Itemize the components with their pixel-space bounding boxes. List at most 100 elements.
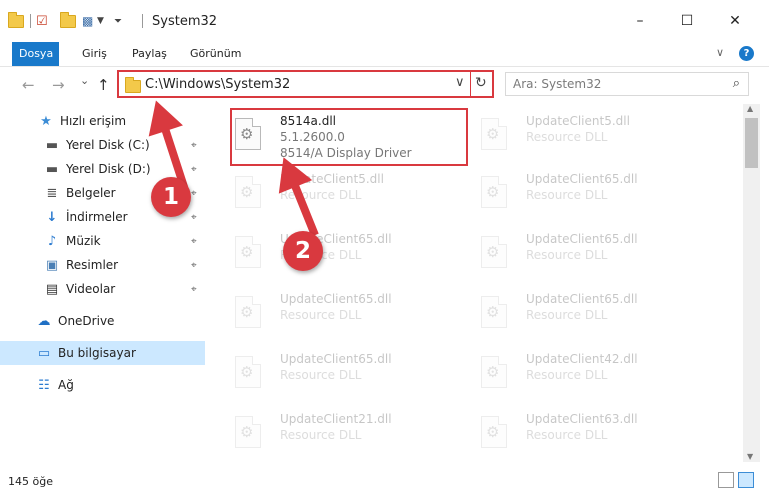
refresh-icon[interactable]: ↻ [475,75,487,91]
sidebar-item-label: Yerel Disk (C:) [66,138,150,152]
list-item[interactable]: ⚙ UpdateClient63.dll Resource DLL [453,406,689,460]
sidebar-item-label: Bu bilgisayar [58,346,136,360]
tab-file[interactable]: Dosya [12,42,59,66]
expand-ribbon-icon[interactable]: ∨ [716,46,724,59]
dll-file-icon: ⚙ [481,296,507,328]
dll-file-icon: ⚙ [235,356,261,388]
search-input[interactable]: Ara: System32 ⌕ [505,72,749,96]
separator [142,14,143,28]
dll-file-icon: ⚙ [235,236,261,268]
qa-dropdown-icon[interactable]: ▼ [97,11,104,31]
search-icon[interactable]: ⌕ [733,76,740,91]
file-name: UpdateClient65.dll [526,232,638,246]
sidebar-item-pictures[interactable]: ▣ Resimler ⌖ [0,253,205,277]
highlight-box [230,108,468,166]
drive-icon: ▬ [45,137,59,153]
new-folder-icon[interactable] [60,11,76,31]
folder-icon [8,11,24,31]
tab-home[interactable]: Giriş [70,42,119,66]
sidebar-item-label: İndirmeler [66,210,128,224]
gear-icon: ⚙ [486,423,500,441]
file-name: UpdateClient5.dll [526,114,630,128]
list-item[interactable]: ⚙ UpdateClient65.dll Resource DLL [453,166,689,220]
separator [30,14,31,28]
callout-badge-2: 2 [283,231,323,271]
gear-icon: ⚙ [240,303,254,321]
tab-share[interactable]: Paylaş [120,42,179,66]
sidebar-item-this-pc[interactable]: ▭ Bu bilgisayar [0,341,205,365]
scrollbar-thumb[interactable] [745,118,758,168]
download-icon: ↓ [46,209,58,225]
gear-icon: ⚙ [240,183,254,201]
file-name: UpdateClient63.dll [526,412,638,426]
sidebar-item-onedrive[interactable]: ☁ OneDrive [0,309,205,333]
help-icon[interactable]: ? [739,46,754,61]
sidebar-item-network[interactable]: ☷ Ağ [0,373,205,397]
gear-icon: ⚙ [240,363,254,381]
sidebar-item-label: Belgeler [66,186,116,200]
dll-file-icon: ⚙ [481,176,507,208]
up-arrow-icon[interactable]: ↑ [97,76,110,94]
properties-icon[interactable]: ☑ [36,11,48,31]
list-item[interactable]: ⚙ UpdateClient5.dll Resource DLL [453,108,689,162]
file-type: Resource DLL [526,308,608,322]
file-name: UpdateClient65.dll [280,352,392,366]
file-type: Resource DLL [526,368,608,382]
close-button[interactable]: ✕ [715,10,755,32]
scroll-down-icon[interactable]: ▼ [747,452,753,461]
sidebar-item-videos[interactable]: ▤ Videolar ⌖ [0,277,205,301]
gear-icon: ⚙ [486,125,500,143]
gear-icon: ⚙ [486,183,500,201]
dll-file-icon: ⚙ [481,118,507,150]
file-type: Resource DLL [526,428,608,442]
gear-icon: ⚙ [240,423,254,441]
status-bar: 145 öğe [0,470,769,504]
file-type: Resource DLL [280,368,362,382]
forward-arrow-icon[interactable]: → [52,76,65,94]
list-item[interactable]: ⚙ UpdateClient65.dll Resource DLL [453,226,689,280]
scroll-up-icon[interactable]: ▲ [747,104,753,113]
details-view-button[interactable] [718,472,734,488]
customize-toolbar-icon[interactable]: ⏷ [114,11,122,31]
documents-icon: ≣ [46,185,58,201]
cloud-icon: ☁ [37,313,51,329]
vertical-scrollbar[interactable]: ▲ ▼ [743,104,760,462]
list-item[interactable]: ⚙ UpdateClient21.dll Resource DLL [207,406,443,460]
callout-badge-1: 1 [151,177,191,217]
list-item[interactable]: ⚙ UpdateClient65.dll Resource DLL [207,346,443,400]
sidebar-item-label: OneDrive [58,314,115,328]
tiles-view-button[interactable] [738,472,754,488]
chevron-down-icon[interactable]: ∨ [455,75,465,90]
ribbon: Dosya Giriş Paylaş Görünüm ∨ ? [0,42,769,67]
computer-icon: ▭ [37,345,51,361]
list-item[interactable]: ⚙ UpdateClient65.dll Resource DLL [453,286,689,340]
file-name: UpdateClient65.dll [526,172,638,186]
file-type: Resource DLL [280,428,362,442]
list-item[interactable]: ⚙ UpdateClient42.dll Resource DLL [453,346,689,400]
dll-file-icon: ⚙ [235,296,261,328]
file-name: UpdateClient21.dll [280,412,392,426]
file-type: Resource DLL [526,188,608,202]
back-arrow-icon[interactable]: ← [22,76,35,94]
dll-file-icon: ⚙ [235,416,261,448]
minimize-button[interactable]: – [620,10,660,32]
pictures-icon: ▣ [45,257,59,273]
dll-file-icon: ⚙ [235,176,261,208]
recent-locations-icon[interactable]: ⌄ [80,74,89,87]
music-icon: ♪ [47,233,57,249]
sidebar-item-label: Ağ [58,378,74,392]
pin-icon: ⌖ [191,283,197,295]
list-item[interactable]: ⚙ UpdateClient65.dll Resource DLL [207,286,443,340]
gear-icon: ⚙ [486,243,500,261]
maximize-button[interactable]: ☐ [667,10,707,32]
sidebar-item-music[interactable]: ♪ Müzik ⌖ [0,229,205,253]
sidebar-item-label: Yerel Disk (D:) [66,162,151,176]
view-options-icon[interactable]: ▩ [82,11,93,31]
gear-icon: ⚙ [486,303,500,321]
pin-icon: ⌖ [191,235,197,247]
file-name: UpdateClient65.dll [526,292,638,306]
pin-icon: ⌖ [191,211,197,223]
star-icon: ★ [40,113,52,129]
divider [470,72,471,96]
tab-view[interactable]: Görünüm [178,42,253,66]
